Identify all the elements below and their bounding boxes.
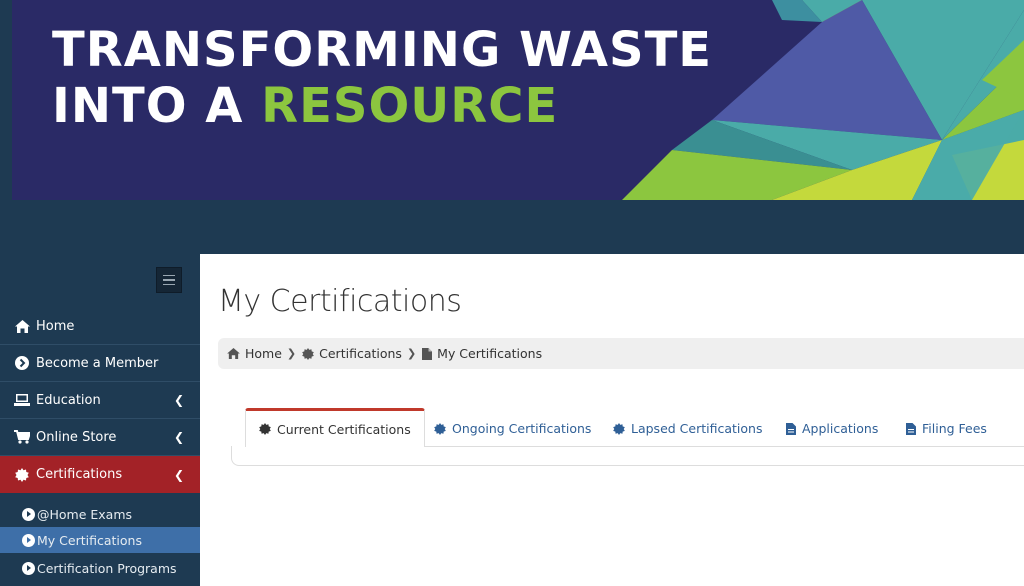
header-banner-region: TRANSFORMING WASTE INTO A RESOURCE xyxy=(0,0,1024,254)
sidebar-subitem-label: @Home Exams xyxy=(37,506,133,522)
document-icon xyxy=(786,422,796,435)
laptop-icon xyxy=(14,394,30,406)
circle-arrow-icon xyxy=(22,507,35,521)
circle-arrow-icon xyxy=(14,356,30,370)
banner-headline-accent: RESOURCE xyxy=(261,78,559,134)
breadcrumb-item-my-certifications: My Certifications xyxy=(422,346,542,361)
certificate-icon xyxy=(302,347,314,360)
document-icon xyxy=(906,422,916,435)
chevron-left-icon: ❮ xyxy=(173,467,184,482)
breadcrumb-label: My Certifications xyxy=(437,346,543,361)
certificate-icon xyxy=(434,422,446,435)
hamburger-icon-bar xyxy=(163,283,175,286)
hero-banner: TRANSFORMING WASTE INTO A RESOURCE xyxy=(12,0,1024,200)
sidebar-item-label: Become a Member xyxy=(36,355,159,371)
certificate-icon xyxy=(613,422,625,435)
sidebar-subitem-label: My Certifications xyxy=(37,532,142,548)
certificate-icon xyxy=(259,423,271,435)
breadcrumb: Home ❯ Certifications ❯ My Certification… xyxy=(218,338,1024,369)
certificate-icon xyxy=(14,467,30,482)
sidebar-subitem-my-certifications[interactable]: My Certifications xyxy=(0,527,200,553)
tab-label: Applications xyxy=(802,421,879,436)
sidebar-item-education[interactable]: Education ❮ xyxy=(0,382,200,419)
breadcrumb-label: Home xyxy=(245,346,282,361)
page-title: My Certifications xyxy=(218,284,462,319)
banner-headline-line1: TRANSFORMING WASTE xyxy=(52,22,713,78)
sidebar: Home Become a Member Education ❮ Online … xyxy=(0,254,208,586)
breadcrumb-item-certifications[interactable]: Certifications xyxy=(302,346,402,361)
tab-label: Current Certifications xyxy=(277,421,411,437)
sidebar-item-certifications[interactable]: Certifications ❮ xyxy=(0,456,208,493)
tab-content-panel xyxy=(231,446,1024,466)
hamburger-icon xyxy=(163,274,175,277)
tab-current-certifications[interactable]: Current Certifications xyxy=(245,408,425,447)
circle-arrow-icon xyxy=(22,561,35,575)
hamburger-icon-bar xyxy=(163,279,175,281)
chevron-left-icon: ❮ xyxy=(173,430,184,444)
banner-headline-line2: INTO A RESOURCE xyxy=(52,82,558,130)
sidebar-item-online-store[interactable]: Online Store ❮ xyxy=(0,419,200,456)
home-icon xyxy=(227,348,240,359)
sidebar-subitem-certification-programs[interactable]: Certification Programs xyxy=(0,555,200,581)
tab-filing-fees[interactable]: Filing Fees xyxy=(906,410,987,447)
breadcrumb-label: Certifications xyxy=(319,346,402,361)
home-icon xyxy=(14,319,30,333)
main-content: My Certifications Home ❯ Certifications … xyxy=(200,254,1024,586)
sidebar-item-label: Education xyxy=(36,392,101,408)
circle-arrow-icon xyxy=(22,533,35,547)
tab-ongoing-certifications[interactable]: Ongoing Certifications xyxy=(434,410,591,447)
breadcrumb-item-home[interactable]: Home xyxy=(227,346,282,361)
chevron-left-icon: ❮ xyxy=(173,393,184,407)
tab-label: Ongoing Certifications xyxy=(452,421,592,436)
tab-label: Filing Fees xyxy=(922,421,987,436)
banner-headline-prefix: INTO A xyxy=(52,78,262,134)
sidebar-subitem-label: Certification Programs xyxy=(37,560,177,576)
tab-label: Lapsed Certifications xyxy=(631,421,763,436)
file-icon xyxy=(422,347,433,360)
sidebar-item-label: Certifications xyxy=(36,467,123,482)
sidebar-item-become-member[interactable]: Become a Member xyxy=(0,345,200,382)
sidebar-item-home[interactable]: Home xyxy=(0,308,200,345)
chevron-right-icon: ❯ xyxy=(406,347,417,360)
sidebar-item-label: Home xyxy=(36,318,75,334)
certification-tabs: Current Certifications Ongoing Certifica… xyxy=(231,408,1024,466)
sidebar-item-label: Online Store xyxy=(36,429,117,445)
tab-applications[interactable]: Applications xyxy=(786,410,878,447)
sidebar-toggle-button[interactable] xyxy=(156,267,182,293)
chevron-right-icon: ❯ xyxy=(286,347,297,360)
tab-lapsed-certifications[interactable]: Lapsed Certifications xyxy=(613,410,762,447)
sidebar-subitem-home-exams[interactable]: @Home Exams xyxy=(0,501,200,527)
cart-icon xyxy=(14,430,30,444)
